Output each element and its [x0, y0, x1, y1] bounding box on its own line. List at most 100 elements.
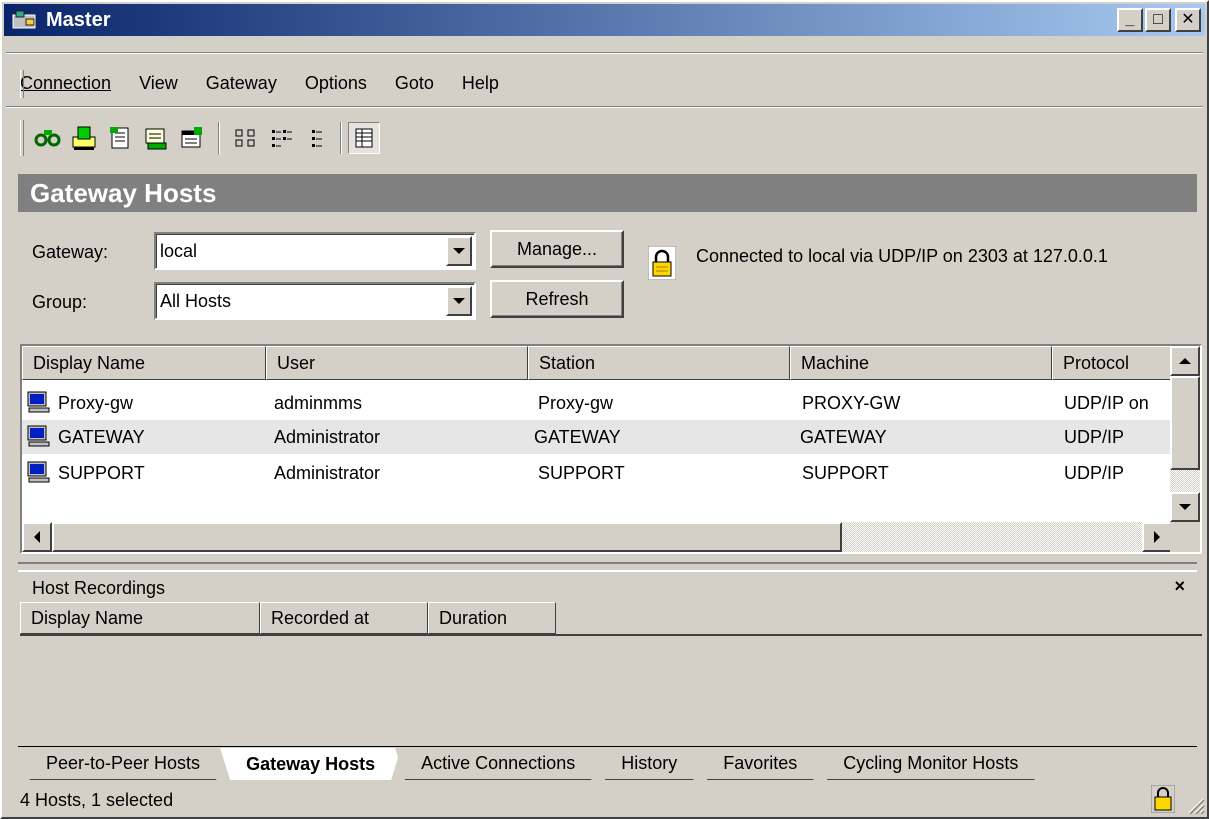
host-user: adminmms [274, 392, 363, 413]
toolbar-separator [218, 122, 220, 154]
connect-icon[interactable] [32, 122, 64, 154]
arrow-up-icon [1179, 358, 1191, 364]
tab-gateway-hosts[interactable]: Gateway Hosts [220, 748, 401, 780]
chevron-down-icon [453, 298, 465, 304]
toolbar-top-divider [6, 106, 1203, 108]
gateway-label: Gateway: [32, 242, 109, 262]
recordings-header-divider [20, 634, 1202, 636]
tab-active-connections[interactable]: Active Connections [395, 748, 601, 780]
menu-gateway[interactable]: Gateway [202, 73, 281, 94]
computer-icon [27, 391, 50, 413]
group-select-value: All Hosts [160, 290, 232, 311]
toolbar-separator [340, 122, 342, 154]
pane-splitter[interactable] [18, 562, 1197, 572]
tab-history[interactable]: History [595, 748, 703, 780]
gateway-dropdown-button[interactable] [446, 236, 472, 266]
host-machine: PROXY-GW [802, 392, 901, 413]
horizontal-scrollbar[interactable] [22, 522, 1172, 552]
large-icons-view-icon[interactable] [230, 122, 262, 154]
menu-goto[interactable]: Goto [391, 73, 438, 94]
column-recording-display-name[interactable]: Display Name [20, 602, 260, 634]
scroll-down-button[interactable] [1170, 492, 1200, 522]
host-user: Administrator [274, 462, 381, 483]
tabs-baseline [18, 746, 1197, 747]
host-protocol: UDP/IP [1064, 462, 1125, 483]
properties-icon[interactable] [176, 122, 208, 154]
details-view-icon[interactable] [348, 122, 380, 154]
close-icon[interactable]: × [1174, 576, 1185, 597]
host-protocol: UDP/IP [1064, 426, 1125, 447]
maximize-button[interactable]: □ [1145, 8, 1171, 32]
minimize-button[interactable]: _ [1117, 8, 1143, 32]
status-bar: 4 Hosts, 1 selected [6, 783, 1203, 817]
app-icon [12, 10, 36, 29]
hosts-list[interactable]: Display Name User Station Machine Protoc… [20, 344, 1202, 554]
lock-icon [648, 246, 676, 280]
table-row[interactable]: Proxy-gw adminmms Proxy-gw PROXY-GW UDP/… [22, 386, 1172, 420]
arrow-down-icon [1179, 504, 1191, 510]
hosts-list-header: Display Name User Station Machine Protoc… [22, 346, 1172, 380]
column-recorded-at[interactable]: Recorded at [260, 602, 428, 634]
host-user: Administrator [274, 426, 381, 447]
gateway-select[interactable]: local [154, 232, 476, 270]
arrow-left-icon [34, 531, 40, 543]
horizontal-scroll-thumb[interactable] [52, 522, 842, 552]
column-duration[interactable]: Duration [428, 602, 556, 634]
scroll-right-button[interactable] [1142, 522, 1172, 552]
title-bar[interactable]: Master _ □ ✕ [4, 4, 1205, 36]
host-station: GATEWAY [534, 426, 621, 447]
table-row[interactable]: SUPPORT Administrator SUPPORT SUPPORT UD… [22, 456, 1172, 490]
host-protocol: UDP/IP on [1064, 392, 1149, 413]
group-select[interactable]: All Hosts [154, 282, 476, 320]
table-row[interactable]: GATEWAY Administrator GATEWAY GATEWAY UD… [22, 420, 1172, 454]
tab-cycling-monitor-hosts[interactable]: Cycling Monitor Hosts [817, 748, 1044, 780]
column-station[interactable]: Station [528, 346, 790, 380]
toolbar-grip[interactable] [20, 120, 24, 156]
export-icon[interactable] [140, 122, 172, 154]
host-station: Proxy-gw [538, 392, 614, 413]
recordings-list-header: Display Name Recorded at Duration [20, 602, 556, 634]
tab-favorites[interactable]: Favorites [697, 748, 823, 780]
recordings-list[interactable]: Display Name Recorded at Duration [20, 602, 1202, 750]
menubar-top-divider [6, 52, 1203, 54]
close-button[interactable]: ✕ [1175, 8, 1201, 32]
master-window: Master _ □ ✕ Connection View Gateway Opt… [0, 0, 1209, 819]
menu-view[interactable]: View [135, 73, 182, 94]
menubar-grip[interactable] [20, 70, 24, 98]
status-lock-icon [1151, 785, 1175, 813]
status-text: 4 Hosts, 1 selected [20, 789, 174, 810]
column-machine[interactable]: Machine [790, 346, 1052, 380]
small-icons-view-icon[interactable] [266, 122, 298, 154]
import-icon[interactable] [68, 122, 100, 154]
arrow-right-icon [1154, 531, 1160, 543]
scroll-left-button[interactable] [22, 522, 52, 552]
vertical-scroll-thumb[interactable] [1170, 376, 1200, 470]
list-view-icon[interactable] [302, 122, 334, 154]
scroll-up-button[interactable] [1170, 346, 1200, 376]
group-dropdown-button[interactable] [446, 286, 472, 316]
host-machine: GATEWAY [800, 426, 887, 447]
tab-strip: Peer-to-Peer Hosts Gateway Hosts Active … [20, 748, 1038, 782]
column-user[interactable]: User [266, 346, 528, 380]
gateway-select-value: local [160, 240, 198, 261]
notes-icon[interactable] [104, 122, 136, 154]
host-machine: SUPPORT [802, 462, 889, 483]
tab-peer-to-peer-hosts[interactable]: Peer-to-Peer Hosts [20, 748, 226, 780]
resize-grip-icon[interactable] [1185, 795, 1205, 815]
host-display-name: SUPPORT [58, 462, 145, 483]
vertical-scrollbar[interactable] [1170, 346, 1200, 522]
menu-help[interactable]: Help [458, 73, 503, 94]
column-protocol[interactable]: Protocol [1052, 346, 1172, 380]
refresh-button[interactable]: Refresh [490, 280, 624, 318]
menu-connection[interactable]: Connection [16, 73, 115, 94]
menu-bar: Connection View Gateway Options Goto Hel… [16, 64, 523, 102]
host-display-name: GATEWAY [58, 426, 145, 447]
host-station: SUPPORT [538, 462, 625, 483]
column-display-name[interactable]: Display Name [22, 346, 266, 380]
computer-icon [27, 461, 50, 483]
computer-icon [27, 425, 50, 447]
manage-button[interactable]: Manage... [490, 230, 624, 268]
window-title: Master [46, 8, 111, 31]
section-title: Gateway Hosts [18, 174, 1197, 212]
menu-options[interactable]: Options [301, 73, 371, 94]
